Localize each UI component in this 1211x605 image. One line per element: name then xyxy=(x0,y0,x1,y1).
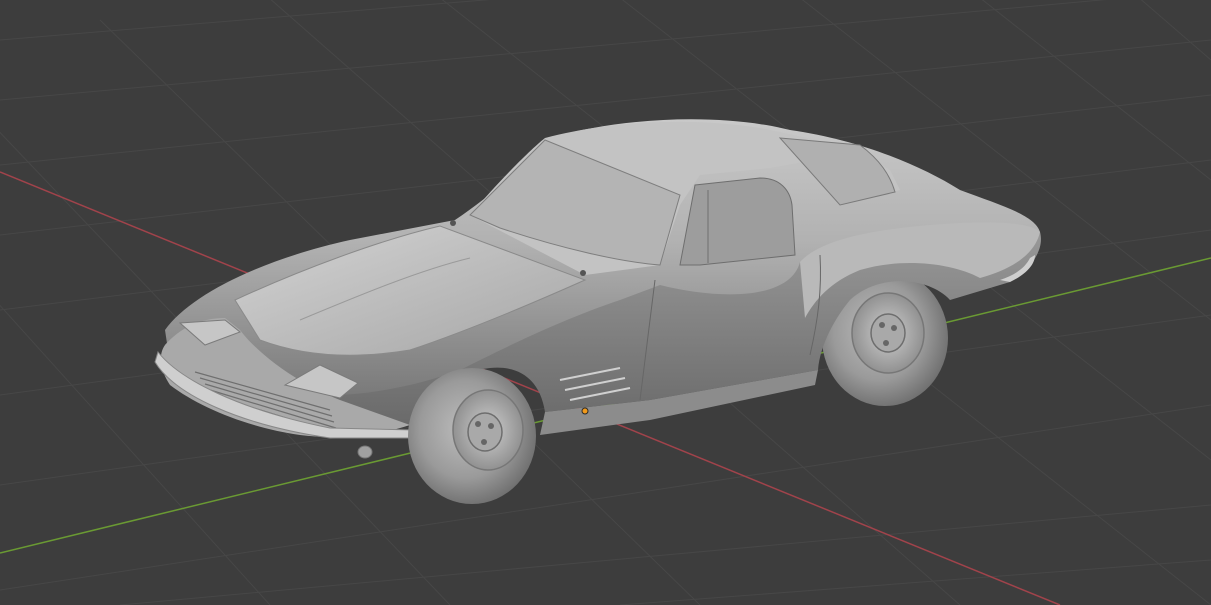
car-model[interactable] xyxy=(154,119,1041,504)
3d-viewport[interactable] xyxy=(0,0,1211,605)
front-wheel xyxy=(408,368,536,504)
side-window xyxy=(679,177,796,266)
viewport-canvas[interactable] xyxy=(0,0,1211,605)
exhaust-tip xyxy=(357,445,373,459)
object-origin-dot[interactable] xyxy=(581,407,589,415)
hood-pin-left xyxy=(450,220,456,226)
hood-pin-right xyxy=(580,270,586,276)
